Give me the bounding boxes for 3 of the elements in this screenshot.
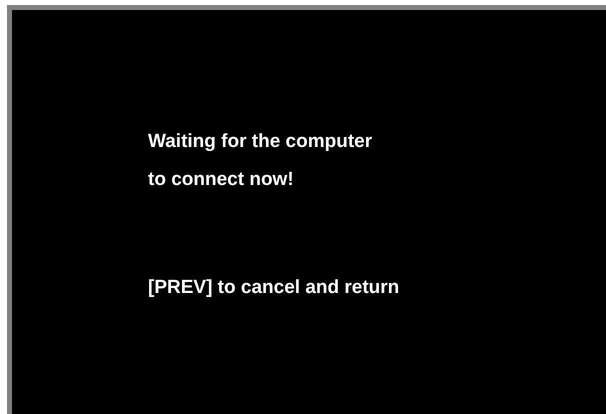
instruction-text: [PREV] to cancel and return — [148, 276, 400, 300]
status-message: to connect now! — [148, 168, 294, 192]
status-message: Waiting for the computer — [148, 130, 372, 154]
